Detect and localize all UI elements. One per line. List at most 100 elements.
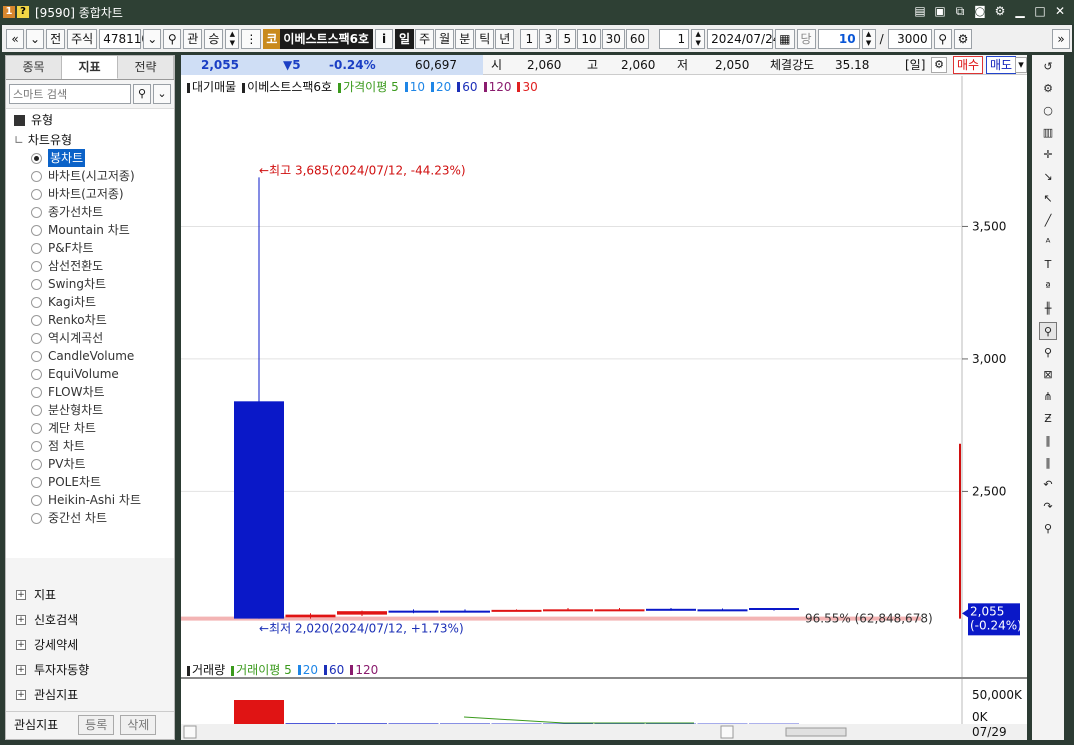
period-tick-button[interactable]: 틱 — [475, 28, 495, 49]
radio-icon[interactable] — [31, 314, 42, 326]
scroll-left-button[interactable] — [183, 725, 197, 739]
chart-type-option[interactable]: POLE차트 — [6, 473, 174, 491]
chart-type-option[interactable]: 바차트(시고저종) — [6, 167, 174, 185]
tab-indicator[interactable]: 지표 — [62, 56, 118, 79]
interval-5-button[interactable]: 5 — [558, 28, 577, 49]
radio-icon[interactable] — [31, 152, 42, 164]
tab-strategy[interactable]: 전략 — [118, 56, 174, 79]
bars2-icon[interactable]: ‖ — [1039, 454, 1057, 472]
candle-body[interactable] — [749, 608, 799, 611]
unit-spinner[interactable]: ▲ ▼ — [861, 28, 876, 49]
chart-type-option[interactable]: 봉차트 — [6, 149, 174, 167]
chart-type-option[interactable]: 삼선전환도 — [6, 257, 174, 275]
candle-body[interactable] — [337, 611, 387, 615]
radio-icon[interactable] — [31, 386, 42, 398]
radio-icon[interactable] — [31, 440, 42, 452]
chart-type-option[interactable]: Renko차트 — [6, 311, 174, 329]
expand-button[interactable]: ⌄ — [26, 28, 45, 49]
radio-icon[interactable] — [31, 350, 42, 362]
candle-icon[interactable]: ╫ — [1039, 300, 1057, 318]
help-badge[interactable]: ? — [17, 6, 29, 18]
close-icon[interactable]: ✕ — [1052, 3, 1068, 19]
gear-icon[interactable]: ⚙ — [953, 28, 973, 49]
count-spinner[interactable]: ▲ ▼ — [691, 28, 706, 49]
period-minute-button[interactable]: 분 — [455, 28, 475, 49]
radio-icon[interactable] — [31, 422, 42, 434]
pattern-icon[interactable]: ⋔ — [1039, 388, 1057, 406]
abc-icon[interactable]: ª — [1039, 278, 1057, 296]
section-indicator[interactable]: + 지표 — [6, 582, 174, 607]
candle-body[interactable] — [646, 608, 696, 611]
maximize-icon[interactable]: □ — [1032, 3, 1048, 19]
auto-icon[interactable]: ᴬ — [1039, 234, 1057, 252]
collapse-icon[interactable]: ▾ — [1015, 57, 1027, 73]
kebab-icon[interactable]: ⋮ — [241, 28, 262, 49]
radio-icon[interactable] — [31, 512, 42, 524]
radio-icon[interactable] — [31, 296, 42, 308]
gear-icon[interactable]: ⚙ — [931, 57, 947, 73]
candle-body[interactable] — [491, 609, 542, 612]
candle-body[interactable] — [234, 401, 284, 619]
period-month-button[interactable]: 월 — [435, 28, 455, 49]
tab-stock[interactable]: 종목 — [6, 56, 62, 79]
chart-type-option[interactable]: FLOW차트 — [6, 383, 174, 401]
buy-button[interactable]: 매수 — [953, 56, 984, 74]
trend-down-icon[interactable]: ↘ — [1039, 168, 1057, 186]
text-icon[interactable]: T — [1039, 256, 1057, 274]
market-select[interactable]: 주식 — [67, 28, 98, 49]
prev-stock-button[interactable]: « — [6, 28, 24, 49]
cross-icon[interactable]: ✛ — [1039, 146, 1057, 164]
section-favorite[interactable]: + 관심지표 — [6, 682, 174, 707]
camera-icon[interactable]: ◙ — [972, 3, 988, 19]
line-icon[interactable]: ╱ — [1039, 212, 1057, 230]
chart-type-option[interactable]: CandleVolume — [6, 347, 174, 365]
interval-1-button[interactable]: 1 — [520, 28, 539, 49]
interval-60-button[interactable]: 60 — [625, 28, 650, 49]
jeon-button[interactable]: 전 — [46, 28, 66, 49]
zoom-info-icon[interactable]: ⚲ — [1039, 322, 1057, 340]
period-day-button[interactable]: 일 — [395, 28, 415, 49]
price-chart[interactable]: 2,500 3,000 3,500 ←최고 3,685(2024/07/12, -44… — [181, 76, 1027, 740]
candle-body[interactable] — [594, 609, 645, 612]
settings-icon[interactable]: ⚙ — [992, 3, 1008, 19]
radio-icon[interactable] — [31, 206, 42, 218]
chart-type-option[interactable]: 점 차트 — [6, 437, 174, 455]
scroll-right-button[interactable] — [720, 725, 734, 739]
chart-type-option[interactable]: 종가선차트 — [6, 203, 174, 221]
delete-button[interactable]: 삭제 — [120, 714, 157, 735]
section-investor[interactable]: + 투자자동향 — [6, 657, 174, 682]
radio-icon[interactable] — [31, 332, 42, 344]
chart-type-option[interactable]: P&F차트 — [6, 239, 174, 257]
chart-type-option[interactable]: Swing차트 — [6, 275, 174, 293]
search-icon[interactable]: ⚲ — [1039, 520, 1057, 538]
radio-icon[interactable] — [31, 188, 42, 200]
radio-icon[interactable] — [31, 224, 42, 236]
sell-button[interactable]: 매도 — [986, 56, 1017, 74]
minimize-icon[interactable]: ▁ — [1012, 3, 1028, 19]
chart-type-option[interactable]: 바차트(고저종) — [6, 185, 174, 203]
copy-icon[interactable]: ⧉ — [952, 3, 968, 19]
interval-3-button[interactable]: 3 — [539, 28, 558, 49]
chart-type-option[interactable]: Heikin-Ashi 차트 — [6, 491, 174, 509]
calendar-icon[interactable]: ▦ — [775, 28, 795, 49]
interval-10-button[interactable]: 10 — [577, 28, 601, 49]
chart-type-option[interactable]: 역시계곡선 — [6, 329, 174, 347]
window-number-badge[interactable]: 1 — [3, 6, 15, 18]
candle-body[interactable] — [388, 610, 439, 613]
radio-icon[interactable] — [31, 458, 42, 470]
layout-icon[interactable]: ▤ — [912, 3, 928, 19]
period-year-button[interactable]: 년 — [495, 28, 515, 49]
register-button[interactable]: 등록 — [78, 714, 115, 735]
gwan-button[interactable]: 관 — [183, 28, 203, 49]
date-input[interactable]: 2024/07/24 — [707, 28, 780, 49]
gear-icon[interactable]: ⚙ — [1039, 80, 1057, 98]
search-icon[interactable]: ⚲ — [133, 84, 151, 104]
candle-body[interactable] — [285, 614, 336, 618]
redo-icon[interactable]: ↷ — [1039, 498, 1057, 516]
radio-icon[interactable] — [31, 404, 42, 416]
radio-icon[interactable] — [31, 170, 42, 182]
trend-up-icon[interactable]: ↖ — [1039, 190, 1057, 208]
seung-button[interactable]: 승 — [204, 28, 224, 49]
n-icon[interactable]: Ƶ — [1039, 410, 1057, 428]
chart-type-option[interactable]: EquiVolume — [6, 365, 174, 383]
